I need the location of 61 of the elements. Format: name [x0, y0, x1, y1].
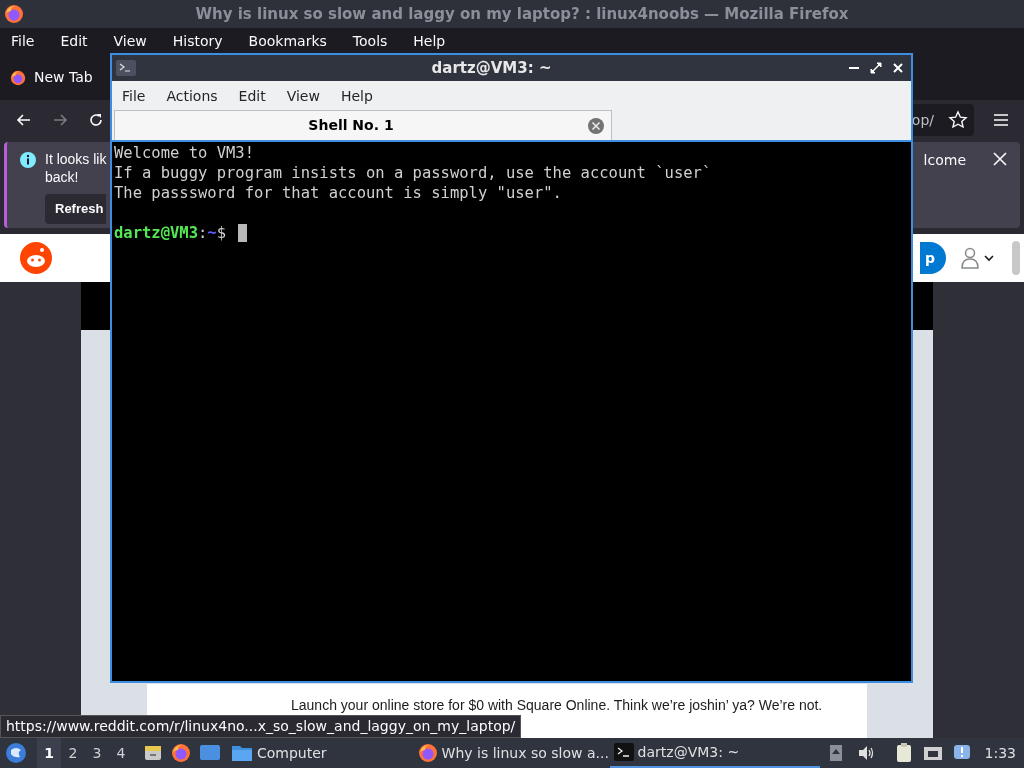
- notification-icon[interactable]: [952, 744, 971, 762]
- file-manager-icon[interactable]: [143, 743, 163, 763]
- reddit-logo-icon[interactable]: [20, 242, 52, 274]
- close-icon[interactable]: [891, 61, 905, 75]
- network-icon[interactable]: [922, 744, 943, 762]
- firefox-icon: [4, 4, 24, 24]
- browser-tab[interactable]: New Tab: [8, 59, 95, 96]
- window-title: Why is linux so slow and laggy on my laptop? : linux4noobs — Mozilla Firefox: [194, 3, 850, 25]
- post-text: Launch your online store for $0 with Square Online. Think we’re joshin’ ya? We’re not.: [291, 696, 823, 714]
- menu-item[interactable]: View: [286, 85, 320, 107]
- desktop-icon[interactable]: [199, 743, 221, 763]
- terminal-line: Welcome to VM3!: [114, 143, 255, 163]
- prompt-symbol: $: [216, 223, 227, 243]
- menu-item[interactable]: Help: [340, 85, 373, 107]
- start-menu-icon[interactable]: [5, 742, 27, 764]
- notification-text: back!: [45, 168, 79, 186]
- clipboard-icon[interactable]: [894, 743, 913, 763]
- close-icon[interactable]: [992, 151, 1008, 167]
- prompt-path: ~: [207, 223, 217, 243]
- firefox-icon: [417, 743, 438, 763]
- eject-icon[interactable]: [828, 744, 843, 762]
- firefox-icon[interactable]: [171, 743, 191, 763]
- menu-item[interactable]: Edit: [60, 31, 88, 52]
- launcher-button[interactable]: Computer: [229, 738, 329, 768]
- menu-icon[interactable]: [992, 111, 1010, 129]
- menu-item[interactable]: File: [11, 31, 35, 52]
- close-tab-icon[interactable]: [587, 116, 605, 135]
- menu-item[interactable]: Tools: [352, 31, 388, 52]
- terminal-icon[interactable]: [116, 60, 136, 76]
- workspace-button[interactable]: 2: [61, 738, 85, 768]
- refresh-button[interactable]: Refresh: [45, 194, 107, 224]
- volume-icon[interactable]: [856, 744, 875, 762]
- terminal-line: The passsword for that account is simply "user".: [114, 183, 563, 203]
- terminal-tab[interactable]: Shell No. 1: [114, 110, 612, 140]
- window-title: dartz@VM3: ~: [430, 57, 553, 79]
- clock: 1:33: [984, 743, 1016, 763]
- menu-item[interactable]: Edit: [238, 85, 266, 107]
- maximize-icon[interactable]: [869, 61, 883, 75]
- firefox-icon: [10, 69, 26, 86]
- notification-text: It looks lik: [45, 150, 107, 168]
- workspace-button[interactable]: 4: [109, 738, 133, 768]
- workspace-button[interactable]: 3: [85, 738, 109, 768]
- star-icon[interactable]: [948, 110, 968, 130]
- terminal-icon: [613, 743, 634, 761]
- menu-item[interactable]: Bookmarks: [248, 31, 327, 52]
- notification-text: lcome: [923, 151, 966, 170]
- menu-item[interactable]: File: [122, 85, 146, 107]
- menu-item[interactable]: Actions: [166, 85, 218, 107]
- menu-item[interactable]: View: [113, 31, 147, 52]
- prompt-user-host: dartz@VM3: [114, 223, 198, 243]
- status-url: https://www.reddit.com/r/linux4no...x_so_slow_and_laggy_on_my_laptop/: [0, 715, 522, 738]
- menu-item[interactable]: Help: [413, 31, 446, 52]
- sign-up-button[interactable]: p: [920, 242, 946, 274]
- text-cursor: [238, 224, 248, 242]
- taskbar-task[interactable]: Why is linux so slow a...: [413, 738, 606, 768]
- folder-icon: [231, 743, 253, 763]
- prompt-separator: :: [198, 223, 208, 243]
- menu-item[interactable]: History: [172, 31, 223, 52]
- scrollbar-thumb[interactable]: [1012, 241, 1020, 275]
- workspace-button[interactable]: 1: [37, 738, 61, 768]
- terminal-line: If a buggy program insists on a password, use the account `user`: [114, 163, 713, 183]
